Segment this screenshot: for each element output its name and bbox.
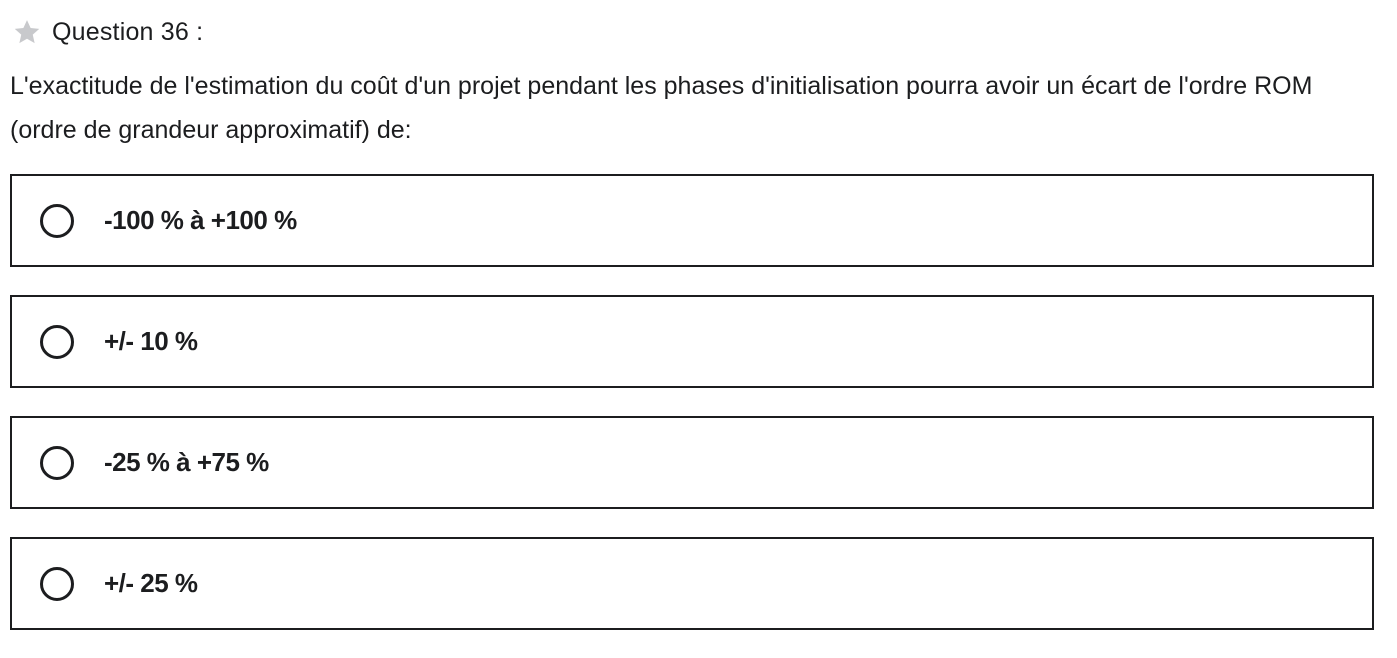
radio-button-icon[interactable]: [40, 203, 74, 238]
radio-button-icon[interactable]: [40, 566, 74, 601]
answer-option-label: -25 % à +75 %: [104, 447, 269, 477]
radio-button-icon[interactable]: [40, 445, 74, 480]
answer-option-label: -100 % à +100 %: [104, 205, 297, 235]
question-number-label: Question 36 :: [52, 17, 204, 46]
answer-option-1[interactable]: -100 % à +100 %: [10, 174, 1374, 267]
radio-button-icon[interactable]: [40, 324, 74, 359]
answer-options: -100 % à +100 % +/- 10 % -25 % à +75 % +…: [10, 174, 1374, 658]
answer-option-4[interactable]: +/- 25 %: [10, 537, 1374, 630]
question-text: L'exactitude de l'estimation du coût d'u…: [10, 72, 1313, 144]
answer-option-label: +/- 25 %: [104, 568, 198, 598]
answer-option-label: +/- 10 %: [104, 326, 198, 356]
answer-option-3[interactable]: -25 % à +75 %: [10, 416, 1374, 509]
star-icon[interactable]: [12, 17, 42, 47]
question-header: Question 36 :: [12, 14, 203, 50]
answer-option-2[interactable]: +/- 10 %: [10, 295, 1374, 388]
